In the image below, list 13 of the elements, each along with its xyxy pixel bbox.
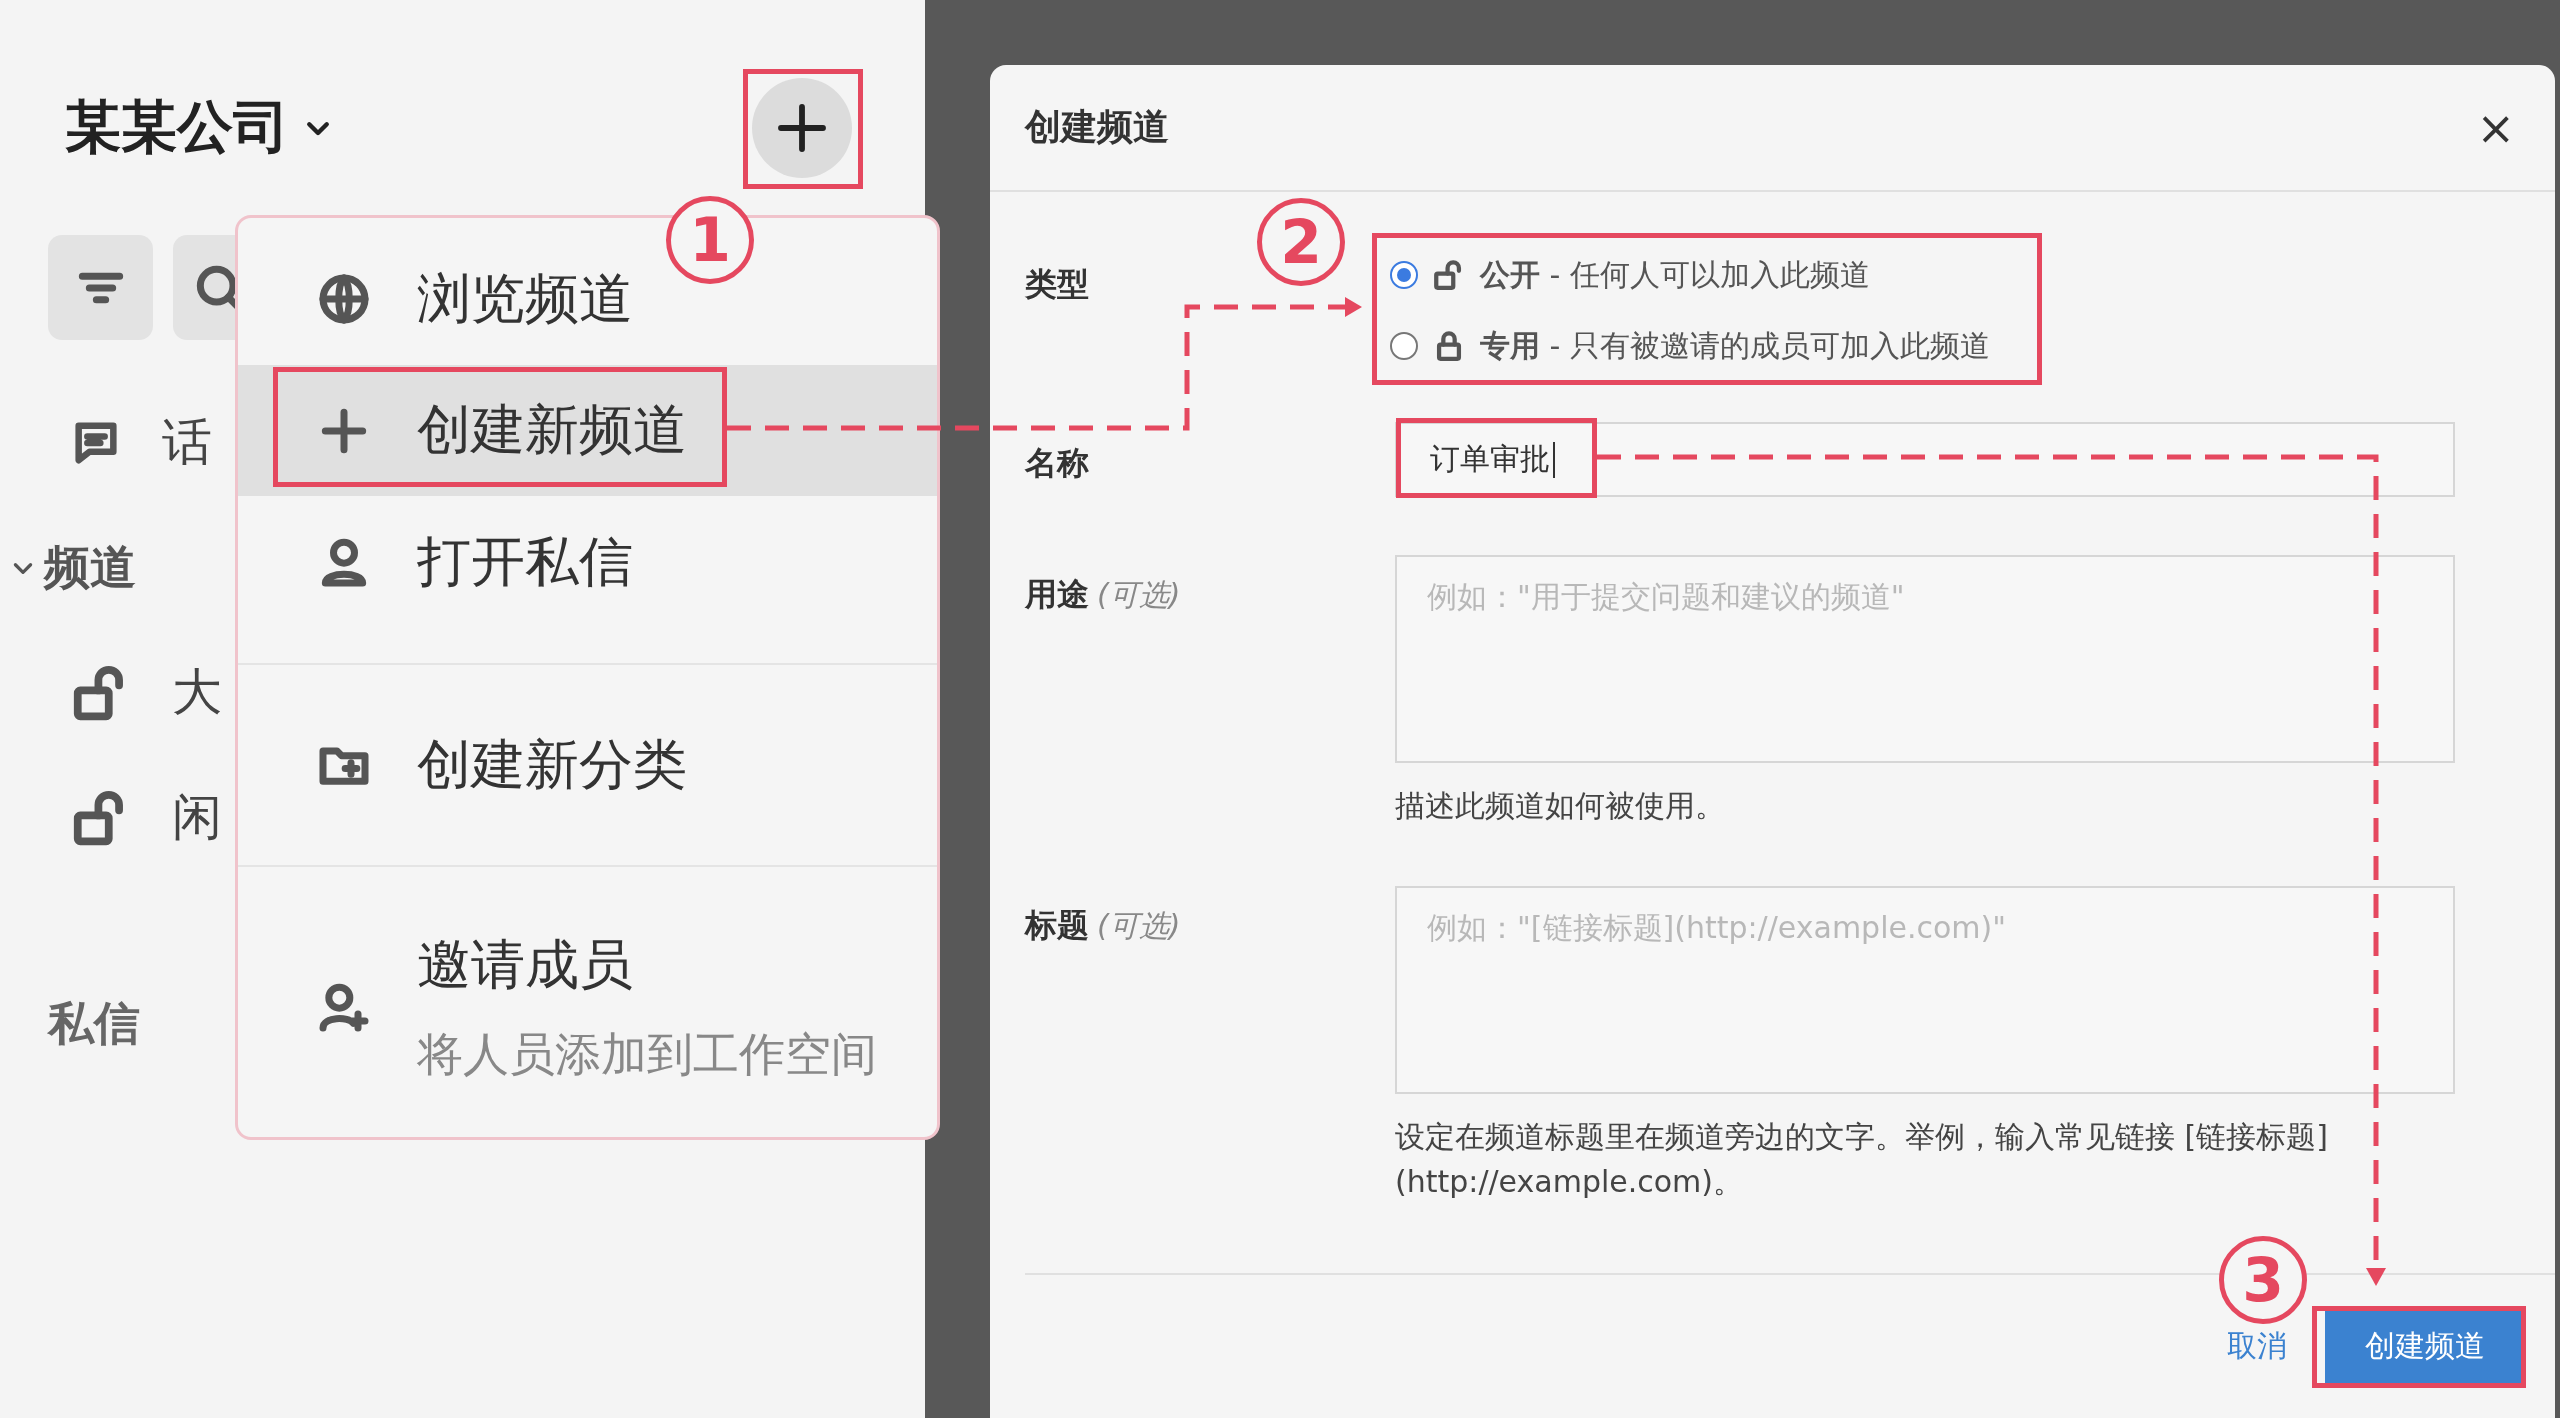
optional-hint: (可选) (1097, 576, 1181, 614)
field-label: 类型 (1025, 264, 1089, 305)
help-text: 描述此频道如何被使用。 (1395, 787, 1726, 825)
section-heading: 私信 (48, 995, 140, 1052)
field-label: 名称 (1025, 443, 1089, 484)
field-label: 标题 (1025, 905, 1089, 946)
help-text: 设定在频道标题里在频道旁边的文字。举例，输入常见链接 [链接标题](http://example.com)。 (1395, 1118, 2329, 1201)
menu-item-description: 将人员添加到工作空间 (417, 1025, 877, 1083)
radio-label: 专用 - 只有被邀请的成员可加入此频道 (1480, 326, 1990, 365)
optional-hint: (可选) (1097, 907, 1181, 945)
dialog-title: 创建频道 (1025, 105, 1169, 149)
field-label: 用途 (1025, 574, 1089, 615)
radio-label: 公开 - 任何人可以加入此频道 (1480, 255, 1870, 294)
